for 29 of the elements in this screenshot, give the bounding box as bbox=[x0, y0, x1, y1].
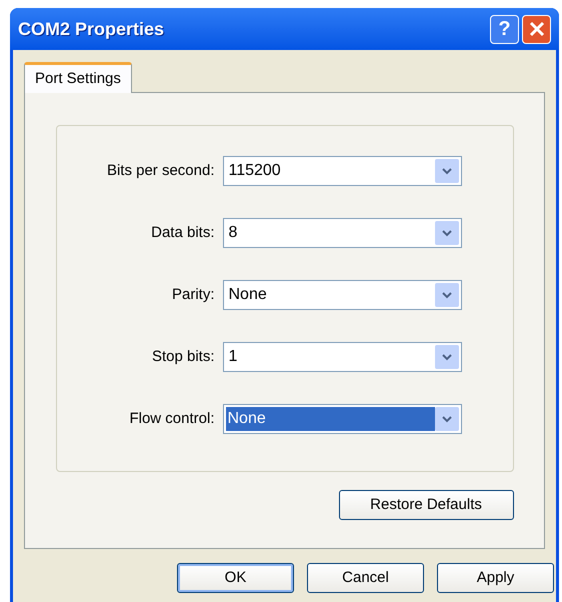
chevron-down-icon bbox=[442, 292, 452, 298]
field-label: Data bits: bbox=[150, 222, 216, 243]
dropdown-button[interactable] bbox=[434, 345, 458, 369]
dropdown-field[interactable]: None bbox=[222, 280, 462, 310]
dropdown-button[interactable] bbox=[434, 221, 458, 245]
field-label: Parity: bbox=[170, 284, 216, 305]
help-button[interactable]: ? bbox=[490, 14, 519, 44]
field-label: Bits per second: bbox=[106, 160, 216, 181]
dropdown-button[interactable] bbox=[434, 283, 458, 307]
dropdown-field[interactable]: 115200 bbox=[222, 156, 462, 186]
dialog-button[interactable]: Cancel bbox=[307, 563, 424, 593]
chevron-down-icon bbox=[442, 416, 452, 422]
dropdown-button[interactable] bbox=[434, 159, 458, 183]
chevron-down-icon bbox=[442, 168, 452, 174]
close-icon bbox=[528, 21, 544, 37]
restore-defaults-button[interactable]: Restore Defaults bbox=[338, 490, 514, 520]
window-title: COM2 Properties bbox=[18, 18, 166, 41]
dialog-button[interactable]: Apply bbox=[437, 563, 554, 593]
field-label: Flow control: bbox=[128, 408, 216, 429]
dropdown-field[interactable]: 1 bbox=[222, 342, 462, 372]
close-button[interactable] bbox=[522, 14, 551, 44]
dropdown-field[interactable]: None bbox=[222, 404, 462, 434]
chevron-down-icon bbox=[442, 230, 452, 236]
chevron-down-icon bbox=[442, 354, 452, 360]
field-label: Stop bits: bbox=[150, 346, 216, 367]
dropdown-field[interactable]: 8 bbox=[222, 218, 462, 248]
tab[interactable]: Port Settings bbox=[24, 62, 132, 93]
dialog-button[interactable]: OK bbox=[177, 563, 294, 593]
dropdown-button[interactable] bbox=[434, 407, 458, 431]
